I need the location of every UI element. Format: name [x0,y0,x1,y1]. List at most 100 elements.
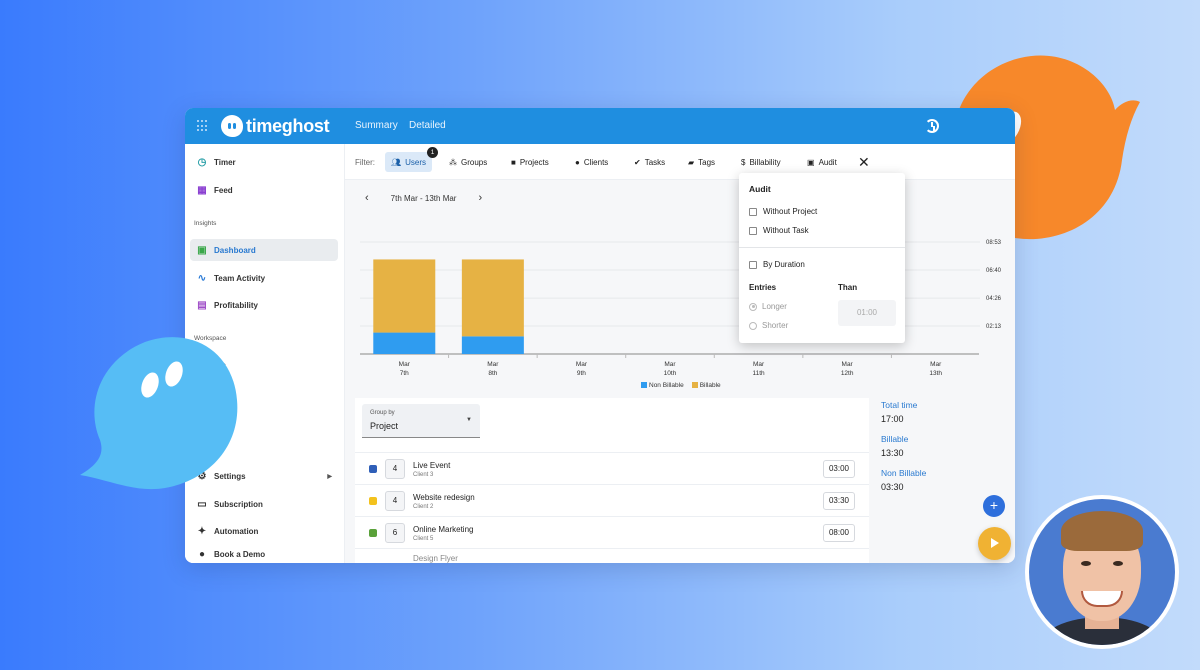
filter-chip-clients[interactable]: ● Clients [569,152,614,172]
than-duration-input[interactable]: 01:00 [838,300,896,326]
popup-title: Audit [749,184,771,194]
x-tick-label: 10th [664,370,677,377]
users-icon: 👥︎ [391,157,402,167]
than-label: Than [838,283,858,292]
billable-value: 13:30 [881,448,904,458]
bar-non-billable [461,336,524,354]
x-tick-label: Mar [487,361,499,368]
project-color-swatch [369,497,377,505]
checkbox-by-duration[interactable]: By Duration [749,260,805,269]
top-bar: timeghost Summary Detailed [185,108,1015,144]
sidebar-item-feed[interactable]: ▦ Feed [190,179,338,201]
total-time-label: Total time [881,400,918,410]
sidebar-item-book-demo[interactable]: ● Book a Demo [190,543,338,563]
filter-chip-audit[interactable]: ▣ Audit [801,152,843,172]
tab-detailed[interactable]: Detailed [409,120,446,131]
x-tick-label: 12th [841,370,854,377]
avatar [1025,495,1179,649]
main-content: ‹ 7th Mar - 13th Mar › 02:13 04:26 06:40 08… [345,180,1015,563]
list-item[interactable]: 4 Website redesign Client 2 03:30 [355,484,869,516]
y-tick-label: 08:53 [986,240,1002,246]
bar-non-billable [373,332,436,354]
logo[interactable]: timeghost [221,114,330,138]
y-tick-label: 04:26 [986,296,1002,302]
logo-text: timeghost [246,115,330,136]
billable-label: Billable [881,434,909,444]
groups-icon: ⁂ [449,157,457,167]
grid-icon: ▣ [197,244,207,256]
filter-chip-tags[interactable]: ▰ Tags [682,152,721,172]
blue-ghost-icon [80,337,238,490]
bar-chart-icon: ▤ [197,299,207,311]
add-button[interactable]: + [983,495,1005,517]
checkbox-without-project[interactable]: Without Project [749,207,817,216]
filter-chip-users[interactable]: 👥︎ Users 1 [385,147,438,172]
audit-icon: ▣ [807,157,815,167]
sidebar-item-team-activity[interactable]: ∿ Team Activity [190,267,338,289]
bar-billable [461,259,524,337]
non-billable-value: 03:30 [881,482,904,492]
legend-item-non-billable: Non Billable [641,382,684,389]
apps-grid-icon[interactable] [197,120,209,132]
filter-chip-tasks[interactable]: ✔ Tasks [628,152,671,172]
pulse-icon: ∿ [197,272,207,284]
filter-chip-billability[interactable]: $ Billability [735,152,787,172]
week-range: 7th Mar - 13th Mar [390,193,457,203]
ghost-logo-icon [221,115,243,137]
checkbox-icon [749,226,757,235]
filter-chip-projects[interactable]: ■ Projects [505,152,555,172]
person-icon: ● [575,157,580,167]
people-icon: ● [198,548,206,560]
checkbox-without-task[interactable]: Without Task [749,226,809,235]
x-tick-label: 13th [929,370,942,377]
chevron-right-icon[interactable]: › [478,192,482,204]
dropdown-arrow-icon: ▼ [466,417,472,423]
filter-chip-groups[interactable]: ⁂ Groups [443,152,493,172]
list-item[interactable]: Design Flyer [355,548,869,563]
time-chart: 02:13 04:26 06:40 08:53 Mar 7th Mar 8th Mar 9th Ma… [360,240,1002,377]
x-tick-label: 7th [400,370,409,377]
x-tick-label: 8th [488,370,497,377]
filter-bar: Filter: 👥︎ Users 1 ⁂ Groups ■ Projects ●… [345,144,1015,180]
chart-legend: Non Billable Billable [641,382,721,389]
checkbox-icon [749,260,757,269]
close-filter-icon[interactable]: ✕ [858,154,870,171]
non-billable-label: Non Billable [881,468,927,478]
list-item[interactable]: 4 Live Event Client 3 03:00 [355,452,869,484]
chevron-left-icon[interactable]: ‹ [365,192,369,204]
filter-label: Filter: [355,158,375,167]
tab-summary[interactable]: Summary [355,120,398,131]
radio-icon [749,302,757,311]
x-tick-label: 9th [577,370,586,377]
check-circle-icon: ✔ [634,157,641,167]
audit-filter-popup: Audit Without Project Without Task By Du… [739,173,905,343]
x-tick-label: Mar [399,361,411,368]
wand-icon: ✦ [197,525,207,537]
sidebar-item-profitability[interactable]: ▤ Profitability [190,294,338,316]
y-tick-label: 06:40 [986,268,1002,274]
x-tick-label: Mar [753,361,765,368]
sidebar-item-automation[interactable]: ✦ Automation [190,520,338,542]
stopwatch-icon: ◷ [197,156,207,168]
history-icon[interactable] [925,119,939,133]
start-timer-button[interactable] [978,527,1011,560]
group-by-select[interactable]: Group by Project ▼ [362,404,480,438]
x-tick-label: Mar [664,361,676,368]
x-tick-label: Mar [930,361,942,368]
sidebar-item-timer[interactable]: ◷ Timer [190,151,338,173]
folder-icon: ■ [511,157,516,167]
list-item[interactable]: 6 Online Marketing Client 5 08:00 [355,516,869,548]
dollar-icon: $ [741,157,746,167]
monitor-icon: ▭ [197,498,207,510]
total-time-value: 17:00 [881,414,904,424]
x-tick-label: 11th [752,370,765,377]
radio-longer[interactable]: Longer [749,302,787,311]
legend-item-billable: Billable [691,382,721,389]
sidebar-item-subscription[interactable]: ▭ Subscription [190,493,338,515]
tag-icon: ▰ [688,157,695,167]
x-tick-label: Mar [576,361,588,368]
entries-label: Entries [749,283,777,292]
y-tick-label: 02:13 [986,324,1002,330]
sidebar-item-dashboard[interactable]: ▣ Dashboard [190,239,338,261]
radio-shorter[interactable]: Shorter [749,321,788,330]
